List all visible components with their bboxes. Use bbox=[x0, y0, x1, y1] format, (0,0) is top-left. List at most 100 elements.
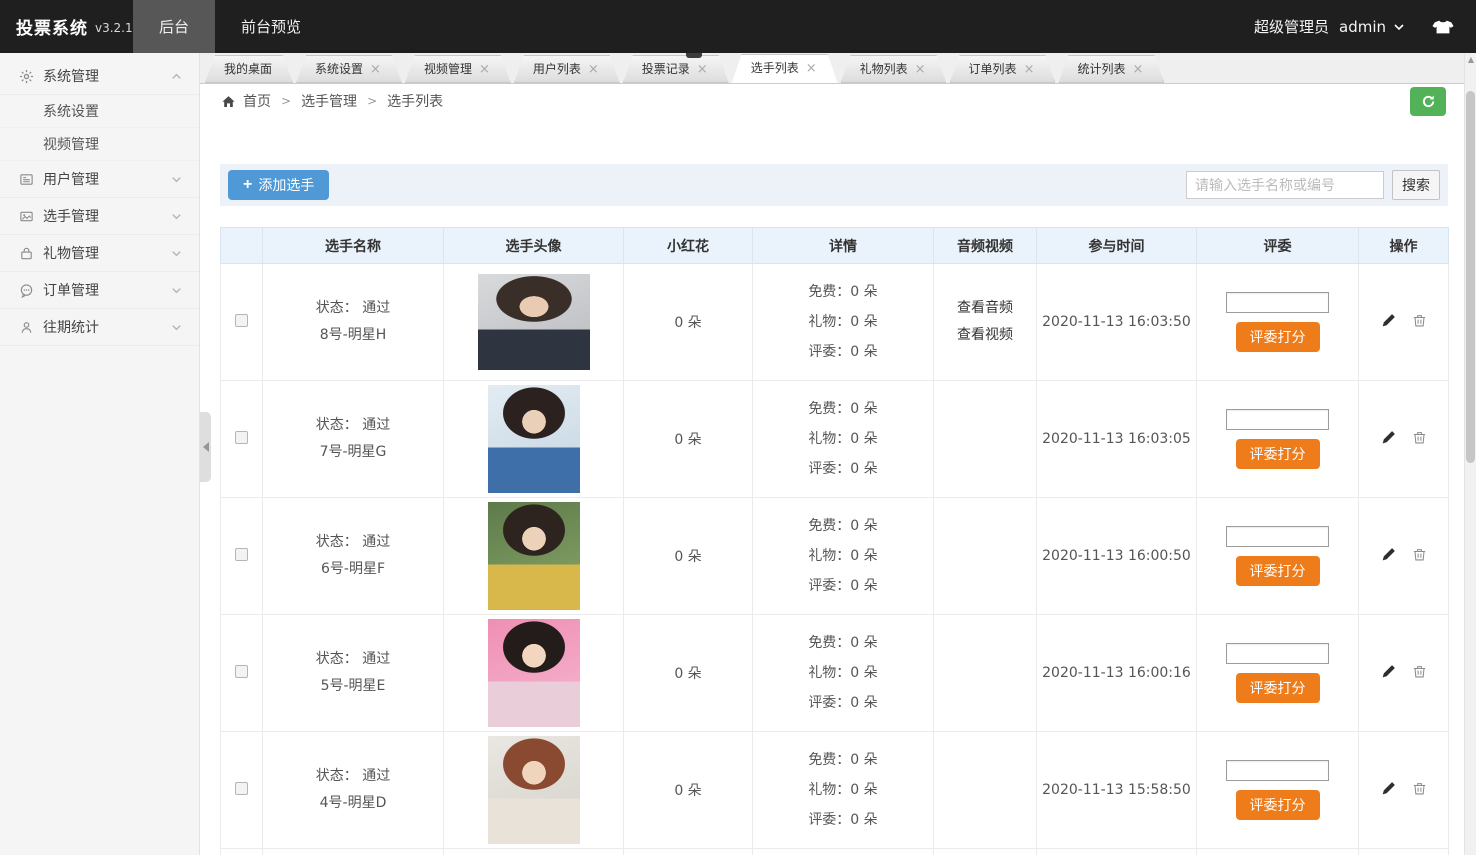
edit-pencil-icon[interactable] bbox=[1381, 430, 1396, 445]
breadcrumb-item[interactable]: 选手管理 bbox=[301, 91, 357, 111]
sidebar-collapse-handle[interactable] bbox=[200, 412, 211, 482]
search-button[interactable]: 搜索 bbox=[1392, 170, 1440, 200]
judge-score-input[interactable] bbox=[1226, 643, 1329, 664]
column-header: 详情 bbox=[753, 228, 934, 264]
tab-close-icon[interactable]: × bbox=[370, 62, 381, 77]
judge-score-button[interactable]: 评委打分 bbox=[1236, 556, 1320, 586]
scroll-up-icon[interactable]: ▲ bbox=[1465, 55, 1476, 64]
trash-icon[interactable] bbox=[1412, 664, 1427, 679]
details-cell: 免费：0 朵礼物：0 朵评委：0 朵 bbox=[753, 264, 934, 381]
judge-score-button[interactable]: 评委打分 bbox=[1236, 790, 1320, 820]
tab-close-icon[interactable]: × bbox=[697, 62, 708, 77]
vertical-scrollbar[interactable]: ▲ bbox=[1464, 53, 1476, 855]
chevron-down-icon bbox=[170, 321, 183, 334]
contestant-photo bbox=[488, 502, 580, 610]
trash-icon[interactable] bbox=[1412, 781, 1427, 796]
sidebar-subitem-system-settings[interactable]: 系统设置 bbox=[0, 95, 199, 128]
avatar-cell bbox=[444, 615, 624, 732]
detail-line: 评委：0 朵 bbox=[753, 688, 933, 718]
detail-line: 礼物：0 朵 bbox=[753, 307, 933, 337]
sidebar-item-order-management[interactable]: 订单管理 bbox=[0, 272, 199, 309]
tab-close-icon[interactable]: × bbox=[588, 62, 599, 77]
tab-close-icon[interactable]: × bbox=[1024, 62, 1035, 77]
edit-pencil-icon[interactable] bbox=[1381, 313, 1396, 328]
judge-score-input[interactable] bbox=[1226, 409, 1329, 430]
tab-close-icon[interactable]: × bbox=[915, 62, 926, 77]
row-checkbox[interactable] bbox=[235, 314, 248, 327]
tab-system-settings[interactable]: 系统设置× bbox=[296, 55, 402, 83]
breadcrumb-item[interactable]: 首页 bbox=[243, 91, 271, 111]
avatar-cell bbox=[444, 732, 624, 849]
search-input[interactable] bbox=[1186, 171, 1384, 199]
refresh-button[interactable] bbox=[1410, 87, 1446, 116]
judge-score-input[interactable] bbox=[1226, 292, 1329, 313]
tab-close-icon[interactable]: × bbox=[1132, 62, 1143, 77]
judge-score-input[interactable] bbox=[1226, 760, 1329, 781]
theme-tshirt-icon[interactable] bbox=[1432, 19, 1454, 35]
tab-vote-records[interactable]: 投票记录× bbox=[623, 55, 729, 83]
trash-icon[interactable] bbox=[1412, 313, 1427, 328]
tab-label: 我的桌面 bbox=[224, 62, 272, 76]
main-area: 我的桌面系统设置×视频管理×用户列表×投票记录×选手列表×礼物列表×订单列表×统… bbox=[200, 53, 1464, 855]
tab-video-management[interactable]: 视频管理 × bbox=[405, 55, 511, 83]
plus-icon: + bbox=[243, 176, 252, 194]
player-name: 4号-明星D bbox=[263, 790, 443, 817]
detail-line: 礼物：0 朵 bbox=[753, 658, 933, 688]
sidebar-item-label: 往期统计 bbox=[43, 317, 170, 337]
empty-cell bbox=[1037, 849, 1197, 855]
sidebar-item-player-management[interactable]: 选手管理 bbox=[0, 198, 199, 235]
trash-icon[interactable] bbox=[1412, 547, 1427, 562]
tab-label: 视频管理 bbox=[424, 62, 472, 76]
media-link[interactable]: 查看视频 bbox=[934, 322, 1036, 349]
column-header: 选手头像 bbox=[444, 228, 624, 264]
empty-cell bbox=[753, 849, 934, 855]
toolbar: + 添加选手 搜索 bbox=[220, 164, 1448, 206]
judge-score-button[interactable]: 评委打分 bbox=[1236, 439, 1320, 469]
judge-score-button[interactable]: 评委打分 bbox=[1236, 322, 1320, 352]
tab-label: 用户列表 bbox=[533, 62, 581, 76]
tab-label: 礼物列表 bbox=[860, 62, 908, 76]
edit-pencil-icon[interactable] bbox=[1381, 781, 1396, 796]
sidebar-item-past-statistics[interactable]: 往期统计 bbox=[0, 309, 199, 346]
player-name: 8号-明星H bbox=[263, 322, 443, 349]
add-player-button[interactable]: + 添加选手 bbox=[228, 170, 329, 200]
row-checkbox[interactable] bbox=[235, 665, 248, 678]
username[interactable]: admin bbox=[1339, 18, 1386, 36]
tab-user-list[interactable]: 用户列表 × bbox=[514, 55, 620, 83]
tab-order-list[interactable]: 订单列表 × bbox=[950, 55, 1056, 83]
sidebar-item-user-management[interactable]: 用户管理 bbox=[0, 161, 199, 198]
row-checkbox[interactable] bbox=[235, 431, 248, 444]
row-checkbox[interactable] bbox=[235, 548, 248, 561]
tab-close-icon[interactable]: × bbox=[806, 61, 817, 76]
trash-icon[interactable] bbox=[1412, 430, 1427, 445]
tab-stats-list[interactable]: 统计列表× bbox=[1058, 55, 1164, 83]
row-checkbox[interactable] bbox=[235, 782, 248, 795]
join-time-cell: 2020-11-13 16:00:50 bbox=[1037, 498, 1197, 615]
media-cell bbox=[934, 498, 1037, 615]
nav-frontend-preview[interactable]: 前台预览 bbox=[215, 0, 327, 53]
edit-pencil-icon[interactable] bbox=[1381, 547, 1396, 562]
actions-cell bbox=[1359, 264, 1449, 381]
empty-cell bbox=[1359, 849, 1449, 855]
sidebar-item-system-management[interactable]: 系统管理 bbox=[0, 58, 199, 95]
player-status: 状态： 通过 bbox=[263, 763, 443, 790]
scrollbar-thumb[interactable] bbox=[1466, 91, 1475, 463]
tab-player-list[interactable]: 选手列表× bbox=[732, 54, 838, 83]
tab-close-icon[interactable]: × bbox=[479, 62, 490, 77]
tab-label: 订单列表 bbox=[969, 62, 1017, 76]
tab-gift-list[interactable]: 礼物列表 × bbox=[841, 55, 947, 83]
sidebar-item-gift-management[interactable]: 礼物管理 bbox=[0, 235, 199, 272]
sidebar-subitem-video-management[interactable]: 视频管理 bbox=[0, 128, 199, 161]
player-name: 5号-明星E bbox=[263, 673, 443, 700]
nav-backend[interactable]: 后台 bbox=[133, 0, 215, 53]
judge-score-input[interactable] bbox=[1226, 526, 1329, 547]
edit-pencil-icon[interactable] bbox=[1381, 664, 1396, 679]
player-name-cell: 状态： 通过5号-明星E bbox=[263, 615, 444, 732]
judge-score-button[interactable]: 评委打分 bbox=[1236, 673, 1320, 703]
breadcrumb-item[interactable]: 选手列表 bbox=[387, 91, 443, 111]
chevron-down-icon[interactable] bbox=[1392, 20, 1406, 34]
chat-icon bbox=[19, 283, 34, 298]
avatar-cell bbox=[444, 498, 624, 615]
tab-my-desktop[interactable]: 我的桌面 bbox=[205, 55, 293, 83]
media-link[interactable]: 查看音频 bbox=[934, 295, 1036, 322]
